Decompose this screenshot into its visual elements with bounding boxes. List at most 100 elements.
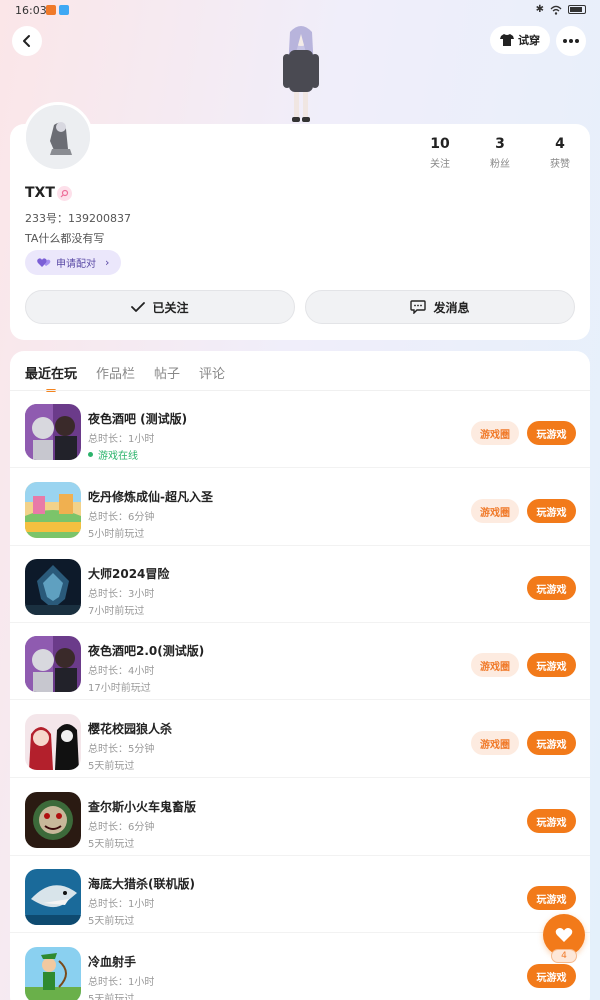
game-circle-button[interactable]: 游戏圈 bbox=[471, 499, 519, 523]
game-icon[interactable] bbox=[25, 482, 81, 538]
stat-label: 关注 bbox=[430, 159, 450, 170]
game-circle-button[interactable]: 游戏圈 bbox=[471, 653, 519, 677]
game-icon[interactable] bbox=[25, 559, 81, 615]
chat-bubble-icon bbox=[410, 300, 427, 314]
online-label: 游戏在线 bbox=[98, 451, 138, 462]
game-title: 樱花校园狼人杀 bbox=[88, 722, 173, 736]
back-button[interactable] bbox=[12, 26, 42, 56]
game-row[interactable]: 查尔斯小火车鬼畜版 总时长：6分钟 5天前玩过 玩游戏 bbox=[10, 779, 590, 856]
stat-following[interactable]: 10 关注 bbox=[410, 136, 470, 170]
games-card: 最近在玩 作品栏 帖子 评论 夜色酒吧 (测试版) 总时长：1小时 游戏在线 游… bbox=[10, 351, 590, 1000]
tab-posts[interactable]: 帖子 bbox=[154, 363, 180, 382]
stat-fans[interactable]: 3 粉丝 bbox=[470, 136, 530, 170]
try-on-label: 试穿 bbox=[518, 34, 540, 47]
play-game-button[interactable]: 玩游戏 bbox=[527, 421, 576, 445]
more-dots-icon bbox=[563, 39, 567, 43]
game-circle-button[interactable]: 游戏圈 bbox=[471, 421, 519, 445]
hearts-icon bbox=[37, 258, 51, 267]
try-on-button[interactable]: 试穿 bbox=[490, 26, 550, 54]
chevron-right-icon: › bbox=[105, 256, 110, 269]
game-icon[interactable] bbox=[25, 404, 81, 460]
play-game-button[interactable]: 玩游戏 bbox=[527, 653, 576, 677]
notification-icons bbox=[46, 5, 69, 15]
stat-label: 粉丝 bbox=[490, 159, 510, 170]
status-bar: 16:03 ✱ bbox=[0, 0, 600, 22]
profile-card: 10 关注 3 粉丝 4 获赞 TXT 233号：139200837 TA什么都… bbox=[10, 102, 590, 340]
character-avatar-figure[interactable] bbox=[270, 20, 332, 126]
game-row[interactable]: 吃丹修炼成仙-超凡入圣 总时长：6分钟 5小时前玩过 游戏圈 玩游戏 bbox=[10, 469, 590, 546]
avatar[interactable] bbox=[23, 102, 93, 172]
wifi-icon bbox=[550, 5, 562, 15]
game-title: 吃丹修炼成仙-超凡入圣 bbox=[88, 490, 213, 504]
game-title: 夜色酒吧 (测试版) bbox=[88, 412, 188, 426]
game-last-played: 5天前玩过 bbox=[88, 761, 135, 772]
game-last-played: 5天前玩过 bbox=[88, 916, 135, 927]
game-row[interactable]: 夜色酒吧 (测试版) 总时长：1小时 游戏在线 游戏圈 玩游戏 bbox=[10, 391, 590, 468]
stat-value: 4 bbox=[555, 136, 565, 152]
system-icons: ✱ bbox=[536, 4, 586, 15]
followed-label: 已关注 bbox=[152, 300, 189, 315]
game-row[interactable]: 冷血射手 总时长：1小时 5天前玩过 玩游戏 bbox=[10, 934, 590, 1000]
game-title: 夜色酒吧2.0(测试版) bbox=[88, 644, 205, 658]
game-row[interactable]: 樱花校园狼人杀 总时长：5分钟 5天前玩过 游戏圈 玩游戏 bbox=[10, 701, 590, 778]
play-game-button[interactable]: 玩游戏 bbox=[527, 731, 576, 755]
play-game-button[interactable]: 玩游戏 bbox=[527, 886, 576, 910]
like-count-badge: 4 bbox=[551, 949, 577, 963]
stat-value: 3 bbox=[495, 136, 505, 152]
play-game-button[interactable]: 玩游戏 bbox=[527, 964, 576, 988]
game-icon[interactable] bbox=[25, 714, 81, 770]
tab-comments[interactable]: 评论 bbox=[199, 363, 225, 382]
play-game-button[interactable]: 玩游戏 bbox=[527, 576, 576, 600]
game-title: 海底大猎杀(联机版) bbox=[88, 877, 195, 891]
app-notification-icon bbox=[59, 5, 69, 15]
send-message-label: 发消息 bbox=[433, 300, 470, 315]
game-row[interactable]: 大师2024冒险 总时长：3小时 7小时前玩过 玩游戏 bbox=[10, 546, 590, 623]
bluetooth-icon: ✱ bbox=[535, 4, 544, 15]
game-circle-button[interactable]: 游戏圈 bbox=[471, 731, 519, 755]
game-title: 查尔斯小火车鬼畜版 bbox=[88, 800, 197, 814]
heart-icon bbox=[555, 928, 573, 942]
tab-works[interactable]: 作品栏 bbox=[96, 363, 135, 382]
check-icon bbox=[131, 302, 146, 312]
game-duration: 总时长：6分钟 bbox=[88, 512, 155, 523]
send-message-button[interactable]: 发消息 bbox=[305, 290, 575, 324]
shirt-icon bbox=[500, 34, 514, 46]
game-duration: 总时长：1小时 bbox=[88, 434, 155, 445]
username: TXT bbox=[25, 185, 55, 201]
status-time: 16:03 bbox=[15, 4, 47, 17]
game-last-played: 5天前玩过 bbox=[88, 994, 135, 1000]
user-bio: TA什么都没有写 bbox=[25, 232, 105, 245]
game-duration: 总时长：3小时 bbox=[88, 589, 155, 600]
game-icon[interactable] bbox=[25, 869, 81, 925]
stat-label: 获赞 bbox=[550, 159, 570, 170]
profile-stats: 10 关注 3 粉丝 4 获赞 bbox=[410, 136, 590, 170]
gender-badge-icon bbox=[57, 186, 72, 201]
game-last-played: 17小时前玩过 bbox=[88, 683, 151, 694]
game-icon[interactable] bbox=[25, 947, 81, 1000]
game-duration: 总时长：1小时 bbox=[88, 977, 155, 988]
game-icon[interactable] bbox=[25, 792, 81, 848]
game-icon[interactable] bbox=[25, 636, 81, 692]
game-row[interactable]: 海底大猎杀(联机版) 总时长：1小时 5天前玩过 玩游戏 bbox=[10, 856, 590, 933]
request-pair-label: 申请配对 bbox=[56, 259, 96, 270]
game-row[interactable]: 夜色酒吧2.0(测试版) 总时长：4小时 17小时前玩过 游戏圈 玩游戏 bbox=[10, 623, 590, 700]
game-duration: 总时长：1小时 bbox=[88, 899, 155, 910]
request-pair-button[interactable]: 申请配对 › bbox=[25, 250, 121, 275]
user-id: 233号：139200837 bbox=[25, 212, 131, 225]
game-title: 大师2024冒险 bbox=[88, 567, 170, 581]
profile-tabs: 最近在玩 作品栏 帖子 评论 bbox=[25, 363, 225, 392]
stat-value: 10 bbox=[430, 136, 450, 152]
game-duration: 总时长：5分钟 bbox=[88, 744, 155, 755]
stat-likes[interactable]: 4 获赞 bbox=[530, 136, 590, 170]
tab-recently-played[interactable]: 最近在玩 bbox=[25, 363, 77, 392]
game-last-played: 7小时前玩过 bbox=[88, 606, 145, 617]
play-game-button[interactable]: 玩游戏 bbox=[527, 499, 576, 523]
play-game-button[interactable]: 玩游戏 bbox=[527, 809, 576, 833]
more-button[interactable] bbox=[556, 26, 586, 56]
followed-button[interactable]: 已关注 bbox=[25, 290, 295, 324]
online-dot-icon bbox=[88, 452, 93, 457]
chevron-left-icon bbox=[23, 35, 30, 47]
game-last-played: 5天前玩过 bbox=[88, 839, 135, 850]
game-online-status: 游戏在线 bbox=[88, 447, 138, 462]
app-notification-icon bbox=[46, 5, 56, 15]
